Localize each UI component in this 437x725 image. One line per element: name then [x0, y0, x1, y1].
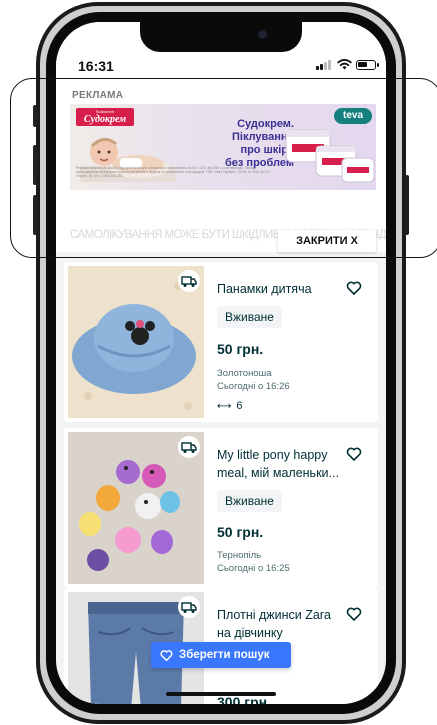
heart-icon[interactable] — [346, 446, 362, 462]
notch — [140, 22, 302, 52]
listing-title[interactable]: My little pony happy meal, мій маленьки.… — [217, 446, 341, 482]
condition-badge: Вживане — [217, 490, 282, 512]
listing-price: 50 грн. — [217, 341, 264, 357]
delivery-icon — [178, 596, 200, 618]
size-icon: ⟷ — [217, 401, 232, 412]
condition-badge: Вживане — [217, 306, 282, 328]
status-time: 16:31 — [78, 58, 114, 74]
front-camera — [258, 30, 267, 39]
listing-title-line: Плотні джинси Zara — [217, 608, 331, 622]
delivery-icon — [178, 436, 200, 458]
heart-icon[interactable] — [346, 280, 362, 296]
delivery-icon — [178, 270, 200, 292]
heart-icon — [160, 650, 173, 662]
listing-location: Золотоноша — [217, 368, 272, 379]
save-search-button[interactable]: Зберегти пошук — [151, 642, 291, 668]
listing-title-line: meal, мій маленьки... — [217, 466, 339, 480]
wifi-icon — [337, 59, 352, 70]
listing-card[interactable]: My little pony happy meal, мій маленьки.… — [64, 428, 378, 588]
signal-icon — [316, 60, 332, 70]
listing-location: Тернопіль — [217, 550, 262, 561]
ad-highlight-outline — [10, 78, 437, 258]
listing-card[interactable]: Панамки дитяча Вживане 50 грн. Золотонош… — [64, 262, 378, 422]
listing-price: 50 грн. — [217, 524, 264, 540]
listing-title-line: Панамки дитяча — [217, 282, 312, 296]
listing-photo[interactable] — [68, 432, 204, 584]
listing-title-line: My little pony happy — [217, 448, 328, 462]
listing-title[interactable]: Панамки дитяча — [217, 280, 341, 298]
heart-icon[interactable] — [346, 606, 362, 622]
listing-time: Сьогодні о 16:25 — [217, 563, 290, 574]
listing-photo[interactable] — [68, 266, 204, 418]
listing-size-value: 6 — [236, 400, 243, 412]
listing-title[interactable]: Плотні джинси Zara на дівчинку — [217, 606, 341, 642]
battery-icon — [356, 60, 379, 70]
save-search-label: Зберегти пошук — [179, 649, 270, 661]
listing-size: ⟷ 6 — [217, 400, 242, 412]
home-indicator — [166, 692, 276, 696]
listing-title-line: на дівчинку — [217, 626, 283, 640]
listing-time: Сьогодні о 16:26 — [217, 381, 290, 392]
